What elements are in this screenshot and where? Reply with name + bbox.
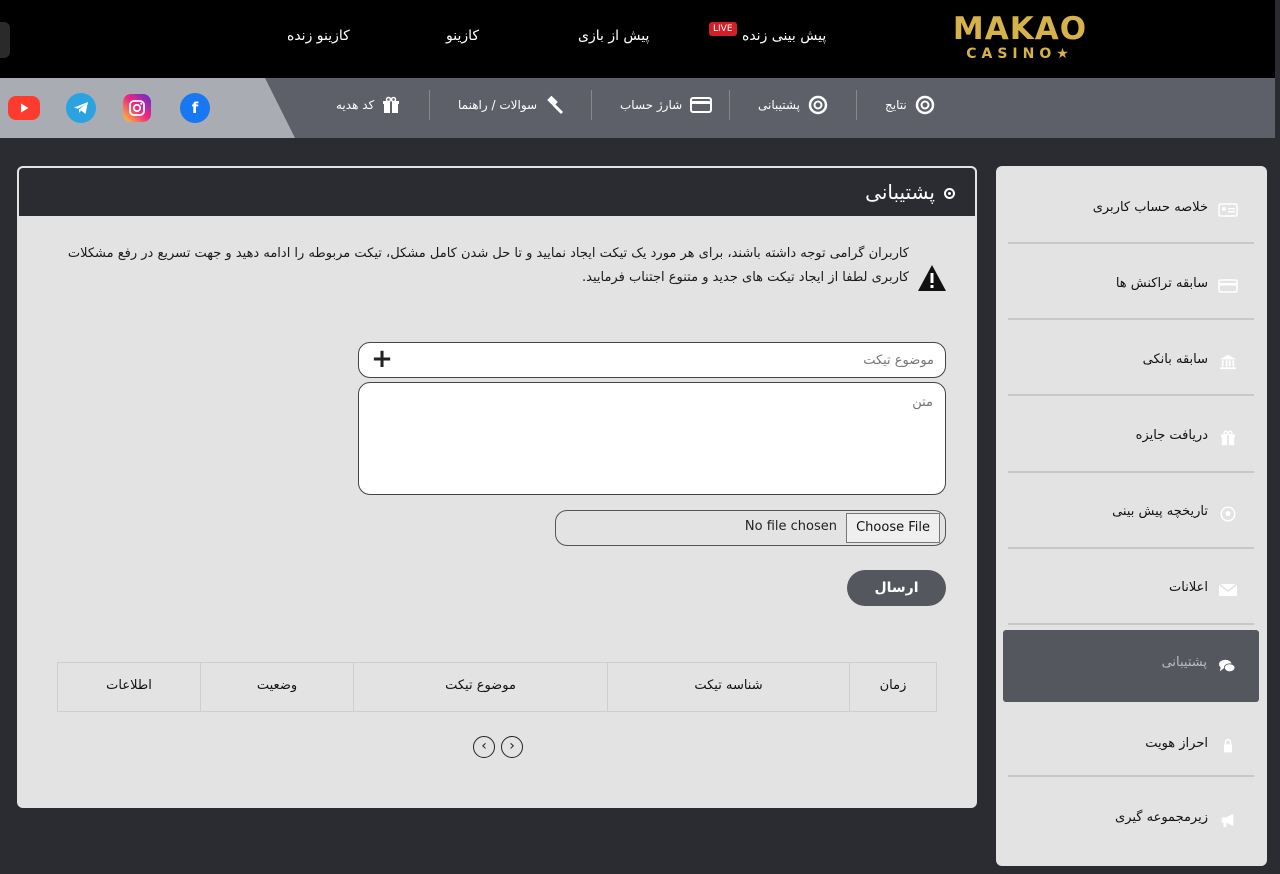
sidebar-item-label: خلاصه حساب کاربری [1092,200,1208,215]
sidebar-item-referral[interactable]: زیرمجموعه گیری [1008,780,1254,856]
file-upload: Choose File No file chosen [555,510,946,546]
site-logo[interactable]: MAKAO CASINO★ [945,12,1095,66]
envelope-icon [1218,583,1238,596]
submit-button[interactable]: ارسال [847,570,946,606]
ticket-subject-field: + [358,342,946,378]
sidebar-divider [1008,242,1254,244]
table-header-time: زمان [849,663,937,711]
sidebar-item-label: اعلانات [1169,580,1208,595]
id-card-icon [1218,203,1238,217]
subnav-results[interactable]: نتایج [885,94,935,116]
page-title: پشتیبانی [865,180,935,204]
sidebar-item-transactions[interactable]: سابقه تراکنش ها [1008,246,1254,322]
table-header-ticket-id: شناسه تیکت [607,663,849,711]
sidebar-item-receive-prize[interactable]: دریافت جایزه [1008,398,1254,474]
megaphone-icon [1221,813,1234,828]
subnav-faq-label: سوالات / راهنما [458,98,538,112]
telegram-icon[interactable] [66,93,96,123]
account-sidebar: خلاصه حساب کاربری سابقه تراکنش ها سابقه … [996,166,1267,866]
chat-icon [1219,659,1236,673]
sidebar-item-label: سابقه بانکی [1142,352,1208,367]
ticket-subject-input[interactable] [409,343,934,377]
radio-dot-icon [944,188,955,199]
credit-card-icon [690,97,713,113]
subnav-deposit[interactable]: شارژ حساب [620,94,713,116]
subnav-divider [856,90,857,120]
table-header-status: وضعیت [200,663,353,711]
file-status: No file chosen [744,519,837,534]
subnav-results-label: نتایج [885,98,907,112]
support-card: پشتیبانی کاربران گرامی توجه داشته باشند،… [17,166,977,808]
table-header-subject: موضوع تیکت [353,663,607,711]
sidebar-item-kyc[interactable]: احراز هویت [1008,706,1254,782]
gavel-icon [547,95,564,115]
sidebar-item-label: دریافت جایزه [1135,428,1208,443]
nav-live-casino[interactable]: کازینو زنده [287,28,350,44]
sidebar-divider [1008,775,1254,777]
sidebar-divider [1008,623,1254,625]
pagination-prev-button[interactable]: ‹ [473,736,495,758]
lifebuoy-icon [915,95,934,115]
sidebar-divider [1008,394,1254,396]
credit-card-icon [1218,279,1238,293]
subnav-gift-code-label: کد هدیه [336,98,375,112]
nav-live-betting[interactable]: پیش بینی زنده [742,28,826,44]
logo-text: MAKAO [952,11,1088,47]
sidebar-item-label: پشتیبانی [1161,655,1207,670]
sidebar-item-label: سابقه تراکنش ها [1115,276,1208,291]
notice-text: کاربران گرامی توجه داشته باشند، برای هر … [67,246,909,285]
sidebar-item-account-summary[interactable]: خلاصه حساب کاربری [1008,170,1254,246]
subnav-divider [591,90,592,120]
soccer-ball-icon [1220,506,1236,522]
side-drawer-handle[interactable] [0,22,10,58]
sidebar-item-label: تاریخچه پیش بینی [1112,504,1208,519]
subnav-support-label: پشتیبانی [758,98,800,112]
facebook-icon[interactable]: f [180,93,210,123]
sidebar-item-label: احراز هویت [1145,736,1208,751]
logo-subtext: CASINO★ [966,46,1074,62]
subnav-divider [429,90,430,120]
sidebar-item-bank-history[interactable]: سابقه بانکی [1008,322,1254,398]
bank-icon [1220,354,1236,370]
plus-icon[interactable]: + [369,346,395,374]
lifebuoy-icon [808,95,828,115]
sidebar-divider [1008,318,1254,320]
table-header-info: اطلاعات [57,663,200,711]
gift-icon [1220,430,1236,446]
lock-icon [1224,738,1232,753]
ticket-text-input[interactable] [359,383,945,494]
sidebar-item-notifications[interactable]: اعلانات [1008,550,1254,626]
star-icon: ★ [1056,46,1074,62]
subnav-deposit-label: شارژ حساب [620,98,683,112]
live-badge: LIVE [709,22,737,36]
tickets-table: زمان شناسه تیکت موضوع تیکت وضعیت اطلاعات [57,662,937,712]
sidebar-item-support[interactable]: پشتیبانی [1003,630,1259,702]
sidebar-divider [1008,471,1254,473]
sidebar-item-label: زیرمجموعه گیری [1115,810,1208,825]
nav-pre-match[interactable]: پیش از بازی [578,28,649,44]
sidebar-divider [1008,547,1254,549]
youtube-icon[interactable] [8,96,40,120]
gift-icon [383,96,400,113]
subnav-faq[interactable]: سوالات / راهنما [458,94,565,116]
nav-casino[interactable]: کازینو [446,28,479,44]
ticket-text-field [358,382,946,495]
card-header: پشتیبانی [17,166,977,216]
subnav-divider [729,90,730,120]
subnav-support[interactable]: پشتیبانی [758,94,828,116]
subnav-gift-code[interactable]: کد هدیه [336,94,400,116]
instagram-icon[interactable] [123,94,151,122]
pagination-next-button[interactable]: › [501,736,523,758]
choose-file-button[interactable]: Choose File [846,513,940,543]
warning-icon [918,265,946,291]
sidebar-item-bet-history[interactable]: تاریخچه پیش بینی [1008,474,1254,550]
